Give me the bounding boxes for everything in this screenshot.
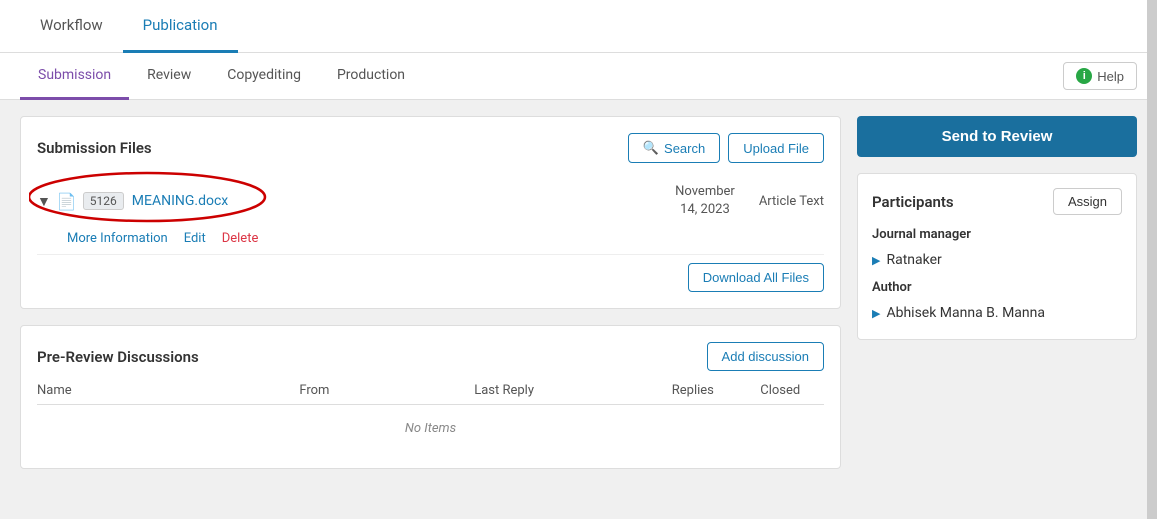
- card-actions: 🔍 Search Upload File: [628, 133, 824, 163]
- search-icon: 🔍: [643, 140, 659, 156]
- pre-review-discussions-card: Pre-Review Discussions Add discussion Na…: [20, 325, 841, 469]
- right-panel: Send to Review Participants Assign Journ…: [857, 116, 1137, 469]
- tab-workflow[interactable]: Workflow: [20, 0, 123, 53]
- sub-tabs: Submission Review Copyediting Production: [20, 53, 423, 99]
- journal-manager-label: Journal manager: [872, 227, 1122, 242]
- file-doc-icon: 📄: [57, 192, 77, 211]
- scrollbar[interactable]: [1147, 0, 1157, 519]
- file-date: November 14, 2023: [675, 183, 735, 219]
- author-name: Abhisek Manna B. Manna: [886, 305, 1045, 321]
- search-button[interactable]: 🔍 Search: [628, 133, 720, 163]
- upload-file-button[interactable]: Upload File: [728, 133, 824, 163]
- more-information-link[interactable]: More Information: [67, 231, 168, 246]
- discussions-header: Pre-Review Discussions Add discussion: [37, 342, 824, 371]
- tab-submission[interactable]: Submission: [20, 53, 129, 100]
- col-reply-header: Last Reply: [474, 383, 649, 398]
- submission-files-title: Submission Files: [37, 139, 152, 157]
- participants-header: Participants Assign: [872, 188, 1122, 215]
- tab-production[interactable]: Production: [319, 53, 423, 100]
- submission-files-card: Submission Files 🔍 Search Upload File ▼ …: [20, 116, 841, 309]
- file-id: 5126: [83, 192, 124, 210]
- file-toggle-icon[interactable]: ▼: [37, 193, 51, 210]
- help-icon: i: [1076, 68, 1092, 84]
- file-name[interactable]: MEANING.docx: [132, 193, 228, 209]
- table-header: Name From Last Reply Replies Closed: [37, 383, 824, 405]
- file-meta: November 14, 2023 Article Text: [675, 183, 824, 219]
- top-tabs-bar: Workflow Publication: [0, 0, 1157, 53]
- col-from-header: From: [299, 383, 474, 398]
- journal-manager-item: ▶ Ratnaker: [872, 248, 1122, 272]
- help-button[interactable]: i Help: [1063, 62, 1137, 90]
- no-items-text: No Items: [37, 405, 824, 452]
- author-arrow-icon: ▶: [872, 307, 880, 320]
- author-label: Author: [872, 280, 1122, 295]
- col-closed-header: Closed: [737, 383, 824, 398]
- assign-button[interactable]: Assign: [1053, 188, 1122, 215]
- help-label: Help: [1097, 69, 1124, 84]
- participant-arrow-icon: ▶: [872, 254, 880, 267]
- sub-tabs-bar: Submission Review Copyediting Production…: [0, 53, 1157, 100]
- participants-card: Participants Assign Journal manager ▶ Ra…: [857, 173, 1137, 340]
- send-to-review-button[interactable]: Send to Review: [857, 116, 1137, 157]
- author-item: ▶ Abhisek Manna B. Manna: [872, 301, 1122, 325]
- file-row: ▼ 📄 5126 MEANING.docx November 14, 2023 …: [37, 175, 824, 227]
- delete-link[interactable]: Delete: [222, 231, 259, 246]
- file-type: Article Text: [759, 194, 824, 209]
- left-panel: Submission Files 🔍 Search Upload File ▼ …: [20, 116, 841, 469]
- download-all-button[interactable]: Download All Files: [688, 263, 824, 292]
- col-name-header: Name: [37, 383, 299, 398]
- journal-manager-name: Ratnaker: [886, 252, 941, 268]
- col-replies-header: Replies: [649, 383, 736, 398]
- participants-title: Participants: [872, 193, 954, 211]
- download-all-row: Download All Files: [37, 254, 824, 292]
- card-header: Submission Files 🔍 Search Upload File: [37, 133, 824, 163]
- tab-publication[interactable]: Publication: [123, 0, 238, 53]
- discussions-title: Pre-Review Discussions: [37, 348, 199, 366]
- tab-review[interactable]: Review: [129, 53, 209, 100]
- search-label: Search: [664, 141, 705, 156]
- main-content: Submission Files 🔍 Search Upload File ▼ …: [0, 100, 1157, 485]
- add-discussion-button[interactable]: Add discussion: [707, 342, 824, 371]
- file-actions: More Information Edit Delete: [37, 227, 824, 254]
- edit-link[interactable]: Edit: [184, 231, 206, 246]
- tab-copyediting[interactable]: Copyediting: [209, 53, 319, 100]
